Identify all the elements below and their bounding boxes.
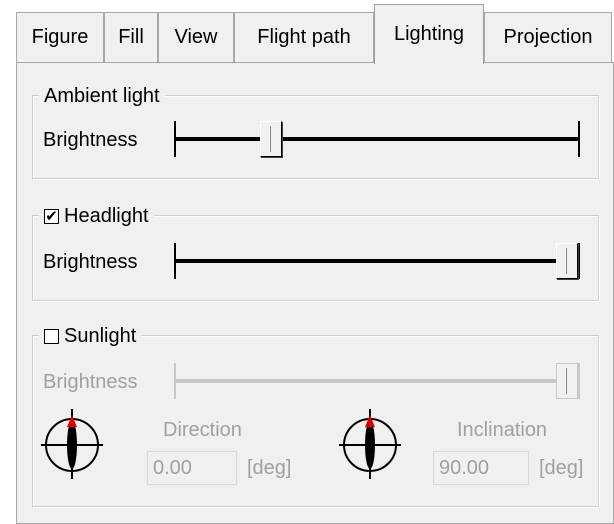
ambient-brightness-label: Brightness	[43, 129, 138, 151]
lighting-panel: Ambient light Brightness ✔ Headlight Bri…	[16, 62, 614, 524]
direction-unit: [deg]	[247, 457, 292, 479]
tab-fill-label: Fill	[118, 26, 144, 48]
tab-flight-path-label: Flight path	[257, 26, 351, 48]
slider-track	[174, 379, 580, 383]
slider-thumb[interactable]	[556, 363, 578, 399]
inclination-compass-icon[interactable]	[337, 405, 403, 481]
direction-input[interactable]: 0.00	[147, 451, 237, 485]
slider-thumb[interactable]	[556, 243, 578, 279]
tab-view-label: View	[174, 26, 218, 48]
tab-fill[interactable]: Fill	[104, 12, 158, 62]
tab-projection-label: Projection	[503, 26, 593, 48]
headlight-brightness-label: Brightness	[43, 251, 138, 273]
tab-figure-label: Figure	[31, 26, 89, 48]
ambient-brightness-slider[interactable]	[174, 121, 580, 157]
direction-compass-icon[interactable]	[39, 405, 105, 481]
tab-view[interactable]: View	[158, 12, 234, 62]
headlight-title: ✔ Headlight	[39, 203, 154, 229]
sunlight-brightness-slider[interactable]	[174, 363, 580, 399]
tab-lighting-label: Lighting	[393, 23, 465, 45]
sunlight-brightness-label: Brightness	[43, 371, 138, 393]
sunlight-title: Sunlight	[39, 323, 142, 349]
slider-thumb[interactable]	[260, 121, 282, 157]
slider-track	[174, 137, 580, 141]
direction-label: Direction	[163, 419, 242, 441]
tab-figure[interactable]: Figure	[16, 12, 104, 62]
sunlight-title-label: Sunlight	[64, 324, 137, 347]
tab-projection[interactable]: Projection	[484, 12, 612, 62]
tab-flight-path[interactable]: Flight path	[234, 12, 374, 62]
slider-track	[174, 259, 580, 263]
tab-lighting[interactable]: Lighting	[374, 4, 484, 64]
ambient-light-title: Ambient light	[39, 83, 165, 109]
inclination-label: Inclination	[457, 419, 548, 441]
headlight-title-label: Headlight	[64, 204, 149, 227]
headlight-brightness-slider[interactable]	[174, 243, 580, 279]
headlight-checkbox[interactable]: ✔	[44, 208, 59, 224]
inclination-input[interactable]: 90.00	[433, 451, 529, 485]
inclination-unit: [deg]	[539, 457, 584, 479]
sunlight-checkbox[interactable]	[44, 328, 59, 344]
tab-bar: Figure Fill View Flight path Lighting Pr…	[0, 0, 614, 64]
